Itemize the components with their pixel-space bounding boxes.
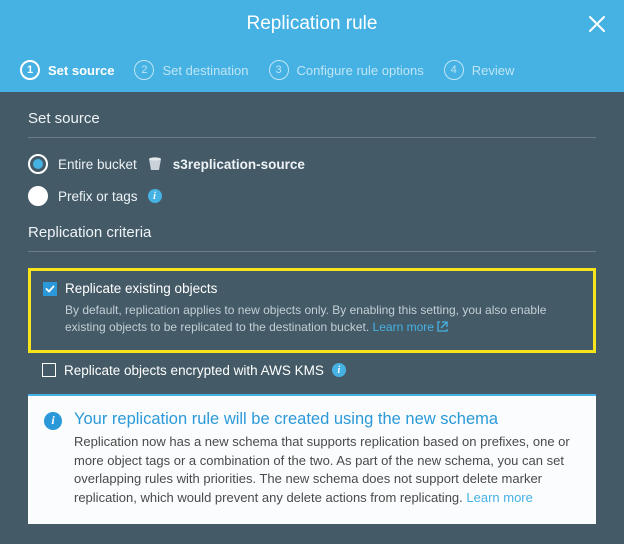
info-icon[interactable]: i <box>148 189 162 203</box>
dialog-title: Replication rule <box>247 13 378 35</box>
link-text: Learn more <box>373 320 434 334</box>
bucket-icon <box>147 156 163 172</box>
checkbox-replicate-kms[interactable]: Replicate objects encrypted with AWS KMS… <box>28 363 596 378</box>
step-number-icon: 2 <box>134 60 154 80</box>
checkbox-icon <box>43 282 57 296</box>
highlight-box: Replicate existing objects By default, r… <box>28 268 596 353</box>
set-source-heading: Set source <box>28 110 596 138</box>
checkbox-label: Replicate existing objects <box>65 281 217 296</box>
learn-more-link[interactable]: Learn more <box>373 320 448 334</box>
radio-icon <box>28 154 48 174</box>
checkbox-replicate-existing[interactable]: Replicate existing objects <box>43 281 581 296</box>
wizard-steps: 1 Set source 2 Set destination 3 Configu… <box>0 48 624 92</box>
step-label: Review <box>472 63 515 78</box>
step-configure-rule-options[interactable]: 3 Configure rule options <box>259 60 434 80</box>
bucket-name: s3replication-source <box>173 157 305 172</box>
external-link-icon <box>437 320 448 337</box>
radio-icon <box>28 186 48 206</box>
step-number-icon: 4 <box>444 60 464 80</box>
learn-more-link[interactable]: Learn more <box>466 490 532 505</box>
help-text-content: By default, replication applies to new o… <box>65 303 546 334</box>
notice-content: Your replication rule will be created us… <box>74 410 580 508</box>
dialog-body: Set source Entire bucket s3replication-s… <box>0 92 624 544</box>
radio-label: Entire bucket <box>58 157 137 172</box>
step-review[interactable]: 4 Review <box>434 60 525 80</box>
notice-body: Replication now has a new schema that su… <box>74 433 580 508</box>
replication-criteria-heading: Replication criteria <box>28 224 596 252</box>
step-label: Set destination <box>162 63 248 78</box>
step-label: Set source <box>48 63 114 78</box>
checkbox-label: Replicate objects encrypted with AWS KMS <box>64 363 324 378</box>
checkbox-icon <box>42 363 56 377</box>
step-set-source[interactable]: 1 Set source <box>10 60 124 80</box>
step-label: Configure rule options <box>297 63 424 78</box>
notice-title: Your replication rule will be created us… <box>74 410 580 429</box>
step-set-destination[interactable]: 2 Set destination <box>124 60 258 80</box>
radio-label: Prefix or tags <box>58 189 138 204</box>
replication-rule-dialog: Replication rule 1 Set source 2 Set dest… <box>0 0 624 544</box>
schema-notice: i Your replication rule will be created … <box>28 394 596 524</box>
radio-prefix-or-tags[interactable]: Prefix or tags i <box>28 186 596 206</box>
radio-entire-bucket[interactable]: Entire bucket s3replication-source <box>28 154 596 174</box>
dialog-header: Replication rule <box>0 0 624 48</box>
info-icon[interactable]: i <box>332 363 346 377</box>
step-number-icon: 3 <box>269 60 289 80</box>
replicate-existing-help: By default, replication applies to new o… <box>43 302 581 338</box>
step-number-icon: 1 <box>20 60 40 80</box>
info-icon: i <box>44 412 62 430</box>
close-icon[interactable] <box>588 15 606 33</box>
